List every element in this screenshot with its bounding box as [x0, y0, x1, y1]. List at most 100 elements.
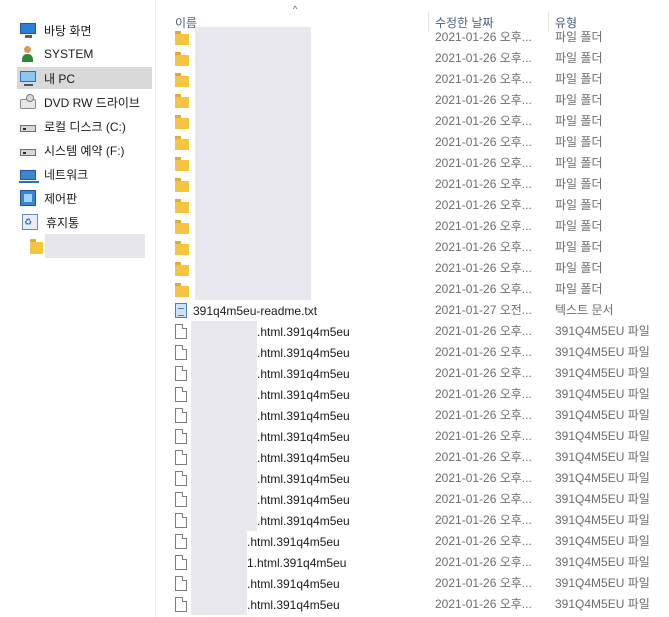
redacted-name — [195, 153, 311, 174]
redacted-name — [191, 321, 257, 342]
redacted-name — [191, 510, 257, 531]
file-name-cell: .html.391q4m5eu — [175, 426, 427, 447]
folder-icon — [175, 30, 189, 45]
file-row[interactable]: .html.391q4m5eu 2021-01-26 오후... 391Q4M5EU… — [156, 342, 669, 363]
redacted-name — [195, 195, 311, 216]
file-name-cell: .html.391q4m5eu — [175, 594, 427, 615]
file-date: 2021-01-26 오후... — [435, 345, 532, 359]
file-date: 2021-01-26 오후... — [435, 408, 532, 422]
file-date: 2021-01-26 오후... — [435, 324, 532, 338]
file-type: 파일 폴더 — [555, 51, 603, 65]
file-name: .html.391q4m5eu — [247, 597, 340, 612]
file-row[interactable]: 2021-01-26 오후... 파일 폴더 — [156, 132, 669, 153]
file-row[interactable]: .html.391q4m5eu 2021-01-26 오후... 391Q4M5EU… — [156, 468, 669, 489]
file-type: 391Q4M5EU 파일 — [555, 576, 650, 590]
file-row[interactable]: .html.391q4m5eu 2021-01-26 오후... 391Q4M5EU… — [156, 384, 669, 405]
redacted-name — [191, 531, 247, 552]
nav-item-desktop[interactable]: 바탕 화면 — [17, 19, 152, 41]
nav-item-label: 로컬 디스크 (C:) — [44, 119, 126, 134]
file-type: 391Q4M5EU 파일 — [555, 597, 650, 611]
file-name-cell — [175, 27, 427, 48]
folder-icon — [175, 240, 189, 255]
file-name-cell: 391q4m5eu-readme.txt — [175, 300, 427, 321]
nav-item-control-panel[interactable]: 제어판 — [17, 187, 152, 209]
file-type: 391Q4M5EU 파일 — [555, 366, 650, 380]
redacted-name — [191, 426, 257, 447]
file-type: 파일 폴더 — [555, 72, 603, 86]
file-list: ^ 이름 수정한 날짜 유형 2021-01-26 오후... 파일 폴더 2021… — [155, 0, 669, 617]
file-name: .html.391q4m5eu — [257, 387, 350, 402]
file-row[interactable]: 2021-01-26 오후... 파일 폴더 — [156, 174, 669, 195]
file-row[interactable]: 391q4m5eu-readme.txt 2021-01-27 오전... 텍스트 … — [156, 300, 669, 321]
file-row[interactable]: .html.391q4m5eu 2021-01-26 오후... 391Q4M5EU… — [156, 531, 669, 552]
redacted-name — [195, 258, 311, 279]
redacted-name — [191, 573, 247, 594]
file-date: 2021-01-26 오후... — [435, 597, 532, 611]
file-type: 파일 폴더 — [555, 198, 603, 212]
redacted-name — [191, 384, 257, 405]
file-row[interactable]: 2021-01-26 오후... 파일 폴더 — [156, 195, 669, 216]
file-row[interactable]: .html.391q4m5eu 2021-01-26 오후... 391Q4M5EU… — [156, 405, 669, 426]
file-row[interactable]: 2021-01-26 오후... 파일 폴더 — [156, 69, 669, 90]
file-row[interactable]: 1.html.391q4m5eu 2021-01-26 오후... 391Q4M5E… — [156, 552, 669, 573]
redacted-name — [191, 594, 247, 615]
folder-icon — [175, 282, 189, 297]
file-date: 2021-01-26 오후... — [435, 534, 532, 548]
file-date: 2021-01-26 오후... — [435, 282, 532, 296]
file-row[interactable]: .html.391q4m5eu 2021-01-26 오후... 391Q4M5EU… — [156, 321, 669, 342]
redacted-name — [195, 279, 311, 300]
nav-item-local-disk-c[interactable]: 로컬 디스크 (C:) — [17, 115, 152, 137]
file-row[interactable]: 2021-01-26 오후... 파일 폴더 — [156, 216, 669, 237]
file-name-cell — [175, 111, 427, 132]
file-name-cell — [175, 153, 427, 174]
file-icon — [175, 492, 187, 507]
nav-item-network[interactable]: 네트워크 — [17, 163, 152, 185]
file-row[interactable]: 2021-01-26 오후... 파일 폴더 — [156, 111, 669, 132]
file-row[interactable]: 2021-01-26 오후... 파일 폴더 — [156, 153, 669, 174]
file-row[interactable]: .html.391q4m5eu 2021-01-26 오후... 391Q4M5EU… — [156, 426, 669, 447]
file-row[interactable]: .html.391q4m5eu 2021-01-26 오후... 391Q4M5EU… — [156, 573, 669, 594]
nav-item-label: 네트워크 — [44, 167, 89, 182]
nav-item-label: DVD RW 드라이브 — [44, 95, 140, 110]
file-row[interactable]: 2021-01-26 오후... 파일 폴더 — [156, 90, 669, 111]
nav-item-label: SYSTEM — [44, 47, 94, 61]
recycle-bin-icon — [22, 214, 38, 230]
nav-item-this-pc[interactable]: 내 PC — [17, 67, 152, 89]
file-row[interactable]: 2021-01-26 오후... 파일 폴더 — [156, 48, 669, 69]
nav-item-dvd-drive[interactable]: DVD RW 드라이브 — [17, 91, 152, 113]
file-icon — [175, 324, 187, 339]
file-name: .html.391q4m5eu — [257, 408, 350, 423]
file-icon — [175, 513, 187, 528]
file-row[interactable]: 2021-01-26 오후... 파일 폴더 — [156, 237, 669, 258]
nav-item-recycle-bin[interactable]: 휴지통 — [17, 211, 152, 233]
file-row[interactable]: .html.391q4m5eu 2021-01-26 오후... 391Q4M5EU… — [156, 510, 669, 531]
file-date: 2021-01-26 오후... — [435, 93, 532, 107]
file-row[interactable]: .html.391q4m5eu 2021-01-26 오후... 391Q4M5EU… — [156, 363, 669, 384]
file-date: 2021-01-26 오후... — [435, 492, 532, 506]
nav-item-system-user[interactable]: SYSTEM — [17, 43, 152, 65]
file-name: .html.391q4m5eu — [247, 534, 340, 549]
redacted-name — [191, 552, 247, 573]
file-icon — [175, 576, 187, 591]
nav-item-system-reserved-f[interactable]: 시스템 예약 (F:) — [17, 139, 152, 161]
file-row[interactable]: .html.391q4m5eu 2021-01-26 오후... 391Q4M5EU… — [156, 489, 669, 510]
file-row[interactable]: 2021-01-26 오후... 파일 폴더 — [156, 27, 669, 48]
file-row[interactable]: 2021-01-26 오후... 파일 폴더 — [156, 258, 669, 279]
redacted-name — [191, 363, 257, 384]
file-date: 2021-01-26 오후... — [435, 555, 532, 569]
file-row[interactable]: .html.391q4m5eu 2021-01-26 오후... 391Q4M5EU… — [156, 447, 669, 468]
file-row[interactable]: .html.391q4m5eu 2021-01-26 오후... 391Q4M5EU… — [156, 594, 669, 615]
redacted-name — [191, 489, 257, 510]
file-type: 391Q4M5EU 파일 — [555, 555, 650, 569]
redacted-name — [195, 27, 311, 48]
file-row[interactable]: 2021-01-26 오후... 파일 폴더 — [156, 279, 669, 300]
file-name-cell: .html.391q4m5eu — [175, 468, 427, 489]
file-icon — [175, 471, 187, 486]
file-name: .html.391q4m5eu — [257, 450, 350, 465]
redacted-name — [191, 405, 257, 426]
file-name-cell: .html.391q4m5eu — [175, 342, 427, 363]
file-type: 파일 폴더 — [555, 261, 603, 275]
file-icon — [175, 408, 187, 423]
nav-item-label: 시스템 예약 (F:) — [44, 143, 125, 158]
file-name-cell — [175, 132, 427, 153]
